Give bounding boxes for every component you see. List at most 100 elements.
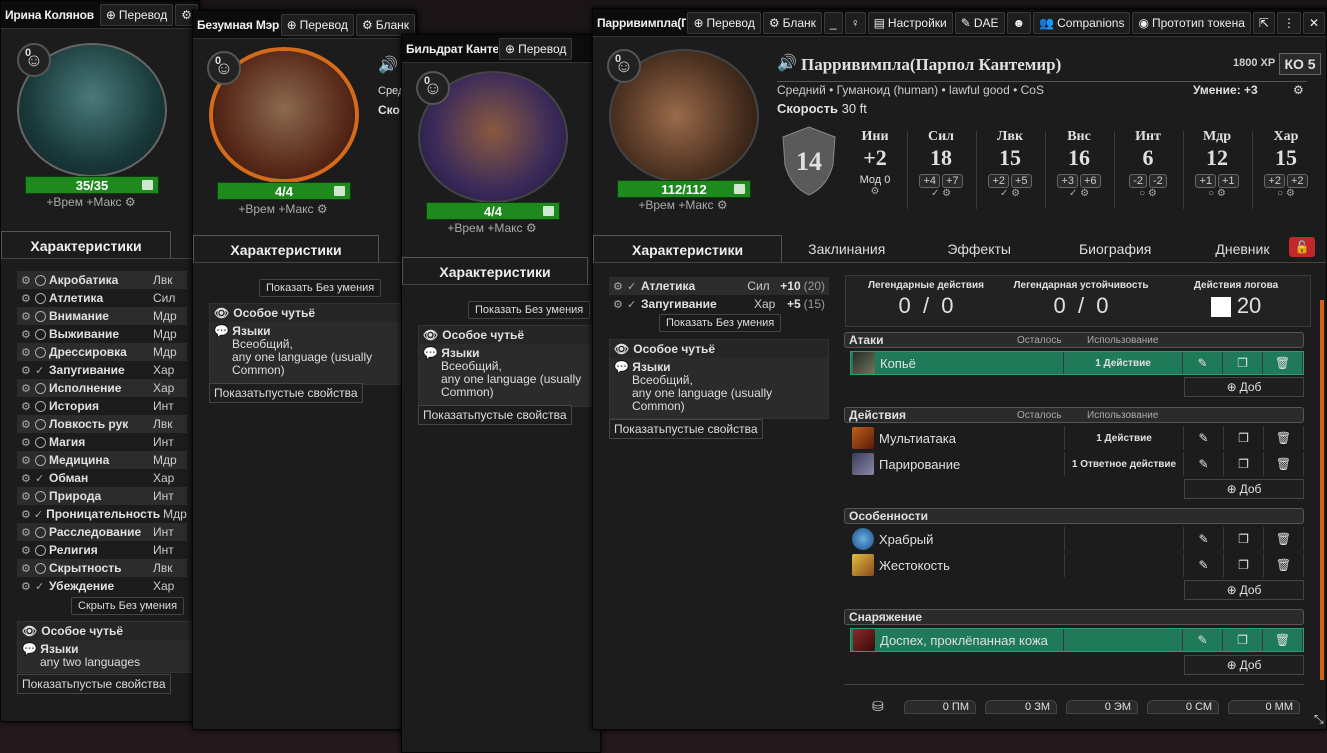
skill-row[interactable]: ⚙ ✓ Проницательность Мдр [17, 505, 187, 523]
edit-icon[interactable]: ✎ [1183, 352, 1223, 374]
edit-icon[interactable]: ✎ [1183, 629, 1223, 651]
show-empty-button[interactable]: Показатьпустые свойства [418, 405, 572, 425]
tab-spells[interactable]: Заклинания [782, 235, 911, 262]
inspiration-toggle[interactable]: 0 ☺ [607, 49, 641, 83]
speaker-icon[interactable]: 🔊 [378, 55, 398, 75]
copy-icon[interactable]: ❐ [1224, 527, 1264, 551]
temp-max-hp[interactable]: +Врем +Макс ⚙ [432, 221, 552, 235]
item-brutal[interactable]: Жестокость ✎ ❐ 🗑 [850, 553, 1304, 577]
currency-sp[interactable]: 0 СМ [1147, 700, 1219, 714]
skill-row[interactable]: ⚙ ✓ Атлетика Сил +10 (20) [609, 277, 829, 295]
trash-icon[interactable]: 🗑 [1264, 426, 1304, 450]
show-empty-button[interactable]: Показатьпустые свойства [17, 674, 171, 694]
edit-icon[interactable]: ✎ [1184, 452, 1224, 476]
tab-characteristics[interactable]: Характеристики [193, 235, 379, 262]
show-empty-button[interactable]: Показатьпустые свойства [209, 383, 363, 403]
trash-icon[interactable]: 🗑 [1264, 553, 1304, 577]
hide-untrained-button[interactable]: Скрыть Без умения [71, 597, 185, 615]
ability-1[interactable]: Лвк 15 +2 +5 ✓ ⚙ [980, 129, 1040, 199]
skill-row[interactable]: ⚙ Магия Инт [17, 433, 187, 451]
companions-button[interactable]: 👥 Companions [1033, 11, 1131, 34]
item-parry[interactable]: Парирование 1 Ответное действие ✎ ❐ 🗑 [850, 452, 1304, 476]
translate-button[interactable]: ⊕ Перевод [99, 3, 174, 26]
add-action-button[interactable]: ⊕ Доб [1184, 479, 1304, 499]
tab-effects[interactable]: Эффекты [911, 235, 1047, 262]
skill-row[interactable]: ⚙ ✓ Убеждение Хар [17, 577, 187, 595]
skill-row[interactable]: ⚙ Дрессировка Мдр [17, 343, 187, 361]
hp-bar[interactable]: 112/112 [617, 180, 751, 198]
skill-row[interactable]: ⚙ Внимание Мдр [17, 307, 187, 325]
skill-row[interactable]: ⚙ ✓ Запугивание Хар +5 (15) [609, 295, 829, 313]
skill-row[interactable]: ⚙ ✓ Обман Хар [17, 469, 187, 487]
window-titlebar[interactable]: Безумная Мэри ⊕ Перевод ⚙ Бланк [193, 11, 416, 39]
hp-bar[interactable]: 4/4 [217, 182, 351, 200]
menu-button[interactable]: ⋮ [1276, 11, 1301, 34]
blank-button[interactable]: ⚙ Бланк [355, 13, 415, 36]
item-multiattack[interactable]: Мультиатака 1 Действие ✎ ❐ 🗑 [850, 426, 1304, 450]
copy-icon[interactable]: ❐ [1223, 352, 1263, 374]
skill-row[interactable]: ⚙ Выживание Мдр [17, 325, 187, 343]
add-equipment-button[interactable]: ⊕ Доб [1184, 655, 1304, 675]
edit-icon[interactable]: ✎ [1184, 553, 1224, 577]
theater-button[interactable]: ☻ [1006, 11, 1032, 34]
hp-bar[interactable]: 4/4 [426, 202, 560, 220]
minimize-button[interactable]: _ [823, 11, 843, 34]
skill-row[interactable]: ⚙ Расследование Инт [17, 523, 187, 541]
tab-journal[interactable]: Дневник [1183, 235, 1301, 262]
copy-icon[interactable]: ❐ [1224, 553, 1264, 577]
initiative[interactable]: Ини +2 Мод 0 ⚙ [845, 129, 905, 197]
trash-icon[interactable]: 🗑 [1263, 352, 1303, 374]
token-prototype-button[interactable]: ◉ Прототип токена [1132, 11, 1251, 34]
tab-characteristics[interactable]: Характеристики [402, 257, 588, 284]
item-brave[interactable]: Храбрый ✎ ❐ 🗑 [850, 527, 1304, 551]
cr-badge[interactable]: КО 5 [1279, 53, 1321, 75]
currency-ep[interactable]: 0 ЭМ [1066, 700, 1138, 714]
settings-button[interactable]: ▤ Настройки [867, 11, 953, 34]
blank-button[interactable]: ⚙ Бланк [762, 11, 822, 34]
temp-max-hp[interactable]: +Врем +Макс ⚙ [623, 198, 743, 212]
window-titlebar[interactable]: Бильдрат Канте ⊕ Перевод [402, 35, 600, 63]
add-feature-button[interactable]: ⊕ Доб [1184, 580, 1304, 600]
close-button[interactable]: ✕ [1302, 11, 1325, 34]
inspiration-toggle[interactable]: 0 ☺ [17, 43, 51, 77]
skill-row[interactable]: ⚙ ✓ Запугивание Хар [17, 361, 187, 379]
skill-row[interactable]: ⚙ Медицина Мдр [17, 451, 187, 469]
ability-2[interactable]: Внс 16 +3 +6 ✓ ⚙ [1049, 129, 1109, 199]
copy-icon[interactable]: ❐ [1223, 629, 1263, 651]
show-empty-button[interactable]: Показатьпустые свойства [609, 419, 763, 439]
translate-button[interactable]: ⊕ Перевод [280, 13, 354, 36]
inspiration-toggle[interactable]: 0 ☺ [207, 51, 241, 85]
trash-icon[interactable]: 🗑 [1264, 452, 1304, 476]
copy-icon[interactable]: ❐ [1224, 426, 1264, 450]
tab-biography[interactable]: Биография [1047, 235, 1183, 262]
show-untrained-button[interactable]: Показать Без умения [468, 301, 591, 319]
ability-0[interactable]: Сил 18 +4 +7 ✓ ⚙ [911, 129, 971, 199]
currency-cp[interactable]: 0 ММ [1228, 700, 1300, 714]
popout-button[interactable]: ⇱ [1252, 11, 1275, 34]
window-titlebar[interactable]: Парривимпла(П ⊕ Перевод ⚙ Бланк _ ♀ ▤ Настр… [593, 9, 1326, 37]
lair-checkbox[interactable] [1210, 297, 1231, 318]
resize-icon[interactable]: ⤡ [1314, 712, 1324, 727]
translate-button[interactable]: ⊕ Перевод [687, 11, 761, 34]
show-untrained-button[interactable]: Показать Без умения [659, 314, 782, 332]
temp-max-hp[interactable]: +Врем +Макс ⚙ [31, 195, 151, 209]
skill-row[interactable]: ⚙ Скрытность Лвк [17, 559, 187, 577]
copy-icon[interactable]: ❐ [1224, 452, 1264, 476]
currency-gp[interactable]: 0 ЗМ [985, 700, 1057, 714]
tab-characteristics[interactable]: Характеристики [593, 235, 783, 262]
skill-row[interactable]: ⚙ Исполнение Хар [17, 379, 187, 397]
lock-icon[interactable]: 🔓 [1289, 237, 1315, 257]
gear-icon[interactable]: ⚙ [1293, 83, 1304, 97]
armor-class-shield[interactable]: 14 [779, 125, 839, 197]
ability-5[interactable]: Хар 15 +2 +2 ○ ⚙ [1256, 129, 1316, 199]
trash-icon[interactable]: 🗑 [1264, 527, 1304, 551]
currency-pp[interactable]: 0 ПМ [904, 700, 976, 714]
skill-row[interactable]: ⚙ Акробатика Лвк [17, 271, 187, 289]
ability-3[interactable]: Инт 6 -2 -2 ○ ⚙ [1118, 129, 1178, 199]
tab-characteristics[interactable]: Характеристики [1, 231, 171, 258]
edit-icon[interactable]: ✎ [1184, 426, 1224, 450]
speaker-icon[interactable]: 🔊 [777, 53, 797, 73]
scrollbar[interactable] [1320, 300, 1324, 680]
skill-row[interactable]: ⚙ Религия Инт [17, 541, 187, 559]
skill-row[interactable]: ⚙ Атлетика Сил [17, 289, 187, 307]
